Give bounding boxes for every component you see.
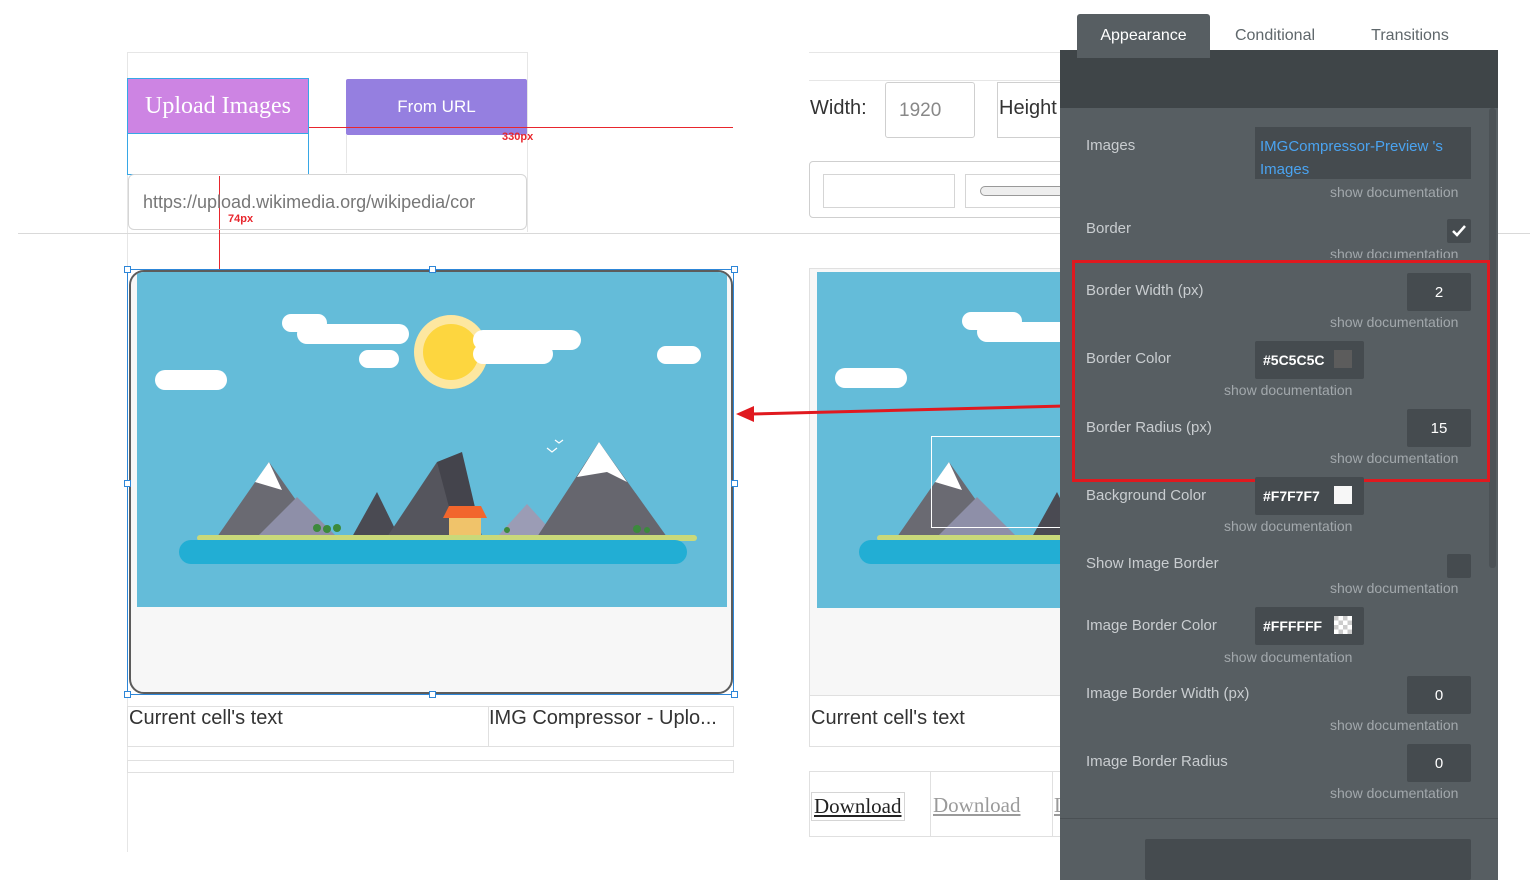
- resize-handle-mr[interactable]: [731, 480, 738, 487]
- border-color-hex: #5C5C5C: [1263, 352, 1325, 368]
- download-divider-2: [1052, 771, 1053, 837]
- show-documentation-border[interactable]: show documentation: [1330, 246, 1458, 258]
- selection-outline: [127, 269, 734, 695]
- show-documentation-show-image-border[interactable]: show documentation: [1330, 580, 1458, 596]
- resize-handle-tl[interactable]: [124, 266, 131, 273]
- show-documentation-border-width[interactable]: show documentation: [1330, 314, 1458, 330]
- measure-line-horizontal: [309, 127, 733, 128]
- download-divider-1: [930, 771, 931, 837]
- width-label: Width:: [810, 97, 867, 119]
- resize-handle-tm[interactable]: [429, 266, 436, 273]
- tab-transitions[interactable]: Transitions: [1350, 14, 1470, 58]
- background-color-swatch[interactable]: [1334, 486, 1352, 504]
- tab-appearance[interactable]: Appearance: [1077, 14, 1210, 58]
- upload-images-button[interactable]: Upload Images: [127, 78, 309, 134]
- image-border-color-swatch[interactable]: [1334, 616, 1352, 634]
- border-width-input[interactable]: 2: [1407, 273, 1471, 311]
- border-width-label: Border Width (px): [1086, 282, 1204, 299]
- download-link-disabled[interactable]: Download: [933, 793, 1021, 818]
- background-color-label: Background Color: [1086, 487, 1207, 504]
- show-image-border-checkbox[interactable]: [1447, 554, 1471, 578]
- show-documentation-images[interactable]: show documentation: [1330, 184, 1458, 200]
- resize-handle-bm[interactable]: [429, 691, 436, 698]
- panel-tab-bar: [1060, 50, 1498, 108]
- panel-scrollbar[interactable]: [1489, 108, 1496, 568]
- panel-section-divider: [1060, 818, 1498, 819]
- border-radius-label: Border Radius (px): [1086, 419, 1212, 436]
- image-preview-element-right[interactable]: [809, 268, 1069, 696]
- show-documentation-border-radius[interactable]: show documentation: [1330, 450, 1458, 466]
- slider-track[interactable]: [980, 186, 1070, 196]
- cell-row-bottom: [127, 760, 734, 773]
- border-color-input[interactable]: #5C5C5C: [1255, 341, 1364, 379]
- border-checkbox[interactable]: [1447, 219, 1471, 243]
- checkmark-icon: [1452, 225, 1466, 237]
- image-border-color-input[interactable]: #FFFFFF: [1255, 607, 1364, 645]
- red-arrow-annotation: [736, 404, 1066, 422]
- image-border-radius-input[interactable]: 0: [1407, 744, 1471, 782]
- resize-handle-ml[interactable]: [124, 480, 131, 487]
- background-color-input[interactable]: #F7F7F7: [1255, 477, 1364, 515]
- resize-handle-tr[interactable]: [731, 266, 738, 273]
- image-border-width-label: Image Border Width (px): [1086, 685, 1250, 702]
- show-documentation-border-color[interactable]: show documentation: [1224, 382, 1352, 398]
- measure-label-horizontal: 330px: [502, 131, 534, 143]
- image-border-color-hex: #FFFFFF: [1263, 618, 1323, 634]
- background-color-hex: #F7F7F7: [1263, 488, 1320, 504]
- crop-rectangle[interactable]: [931, 436, 1068, 528]
- images-label: Images: [1086, 137, 1136, 154]
- width-row-line: [809, 80, 1069, 81]
- show-image-border-label: Show Image Border: [1086, 555, 1219, 572]
- resize-handle-bl[interactable]: [124, 691, 131, 698]
- resize-handle-br[interactable]: [731, 691, 738, 698]
- current-cell-text-right: Current cell's text: [811, 707, 965, 729]
- image-border-width-input[interactable]: 0: [1407, 676, 1471, 714]
- current-cell-text-left: Current cell's text: [129, 707, 283, 729]
- show-documentation-background-color[interactable]: show documentation: [1224, 518, 1352, 534]
- images-dynamic-value[interactable]: IMGCompressor-Preview 's Images: [1255, 127, 1471, 179]
- show-documentation-image-border-radius[interactable]: show documentation: [1330, 785, 1458, 801]
- canvas-guide-row: [346, 135, 347, 173]
- show-documentation-image-border-color[interactable]: show documentation: [1224, 649, 1352, 665]
- slider-value-input[interactable]: [823, 174, 955, 208]
- panel-bottom-field[interactable]: [1145, 839, 1471, 880]
- tab-conditional[interactable]: Conditional: [1215, 14, 1335, 58]
- url-input[interactable]: https://upload.wikimedia.org/wikipedia/c…: [128, 174, 527, 230]
- show-documentation-image-border-width[interactable]: show documentation: [1330, 717, 1458, 733]
- width-input[interactable]: 1920: [885, 82, 975, 138]
- upload-button-selection-box: [127, 134, 309, 175]
- canvas-guide-top: [127, 52, 528, 53]
- border-color-label: Border Color: [1086, 350, 1172, 367]
- border-color-swatch[interactable]: [1334, 350, 1352, 368]
- image-border-color-label: Image Border Color: [1086, 617, 1217, 634]
- border-label: Border: [1086, 220, 1132, 237]
- download-link-active[interactable]: Download: [811, 792, 905, 821]
- image-border-radius-label: Image Border Radius: [1086, 753, 1228, 770]
- border-radius-input[interactable]: 15: [1407, 409, 1471, 447]
- cell-title-text: IMG Compressor - Uplo...: [489, 707, 717, 729]
